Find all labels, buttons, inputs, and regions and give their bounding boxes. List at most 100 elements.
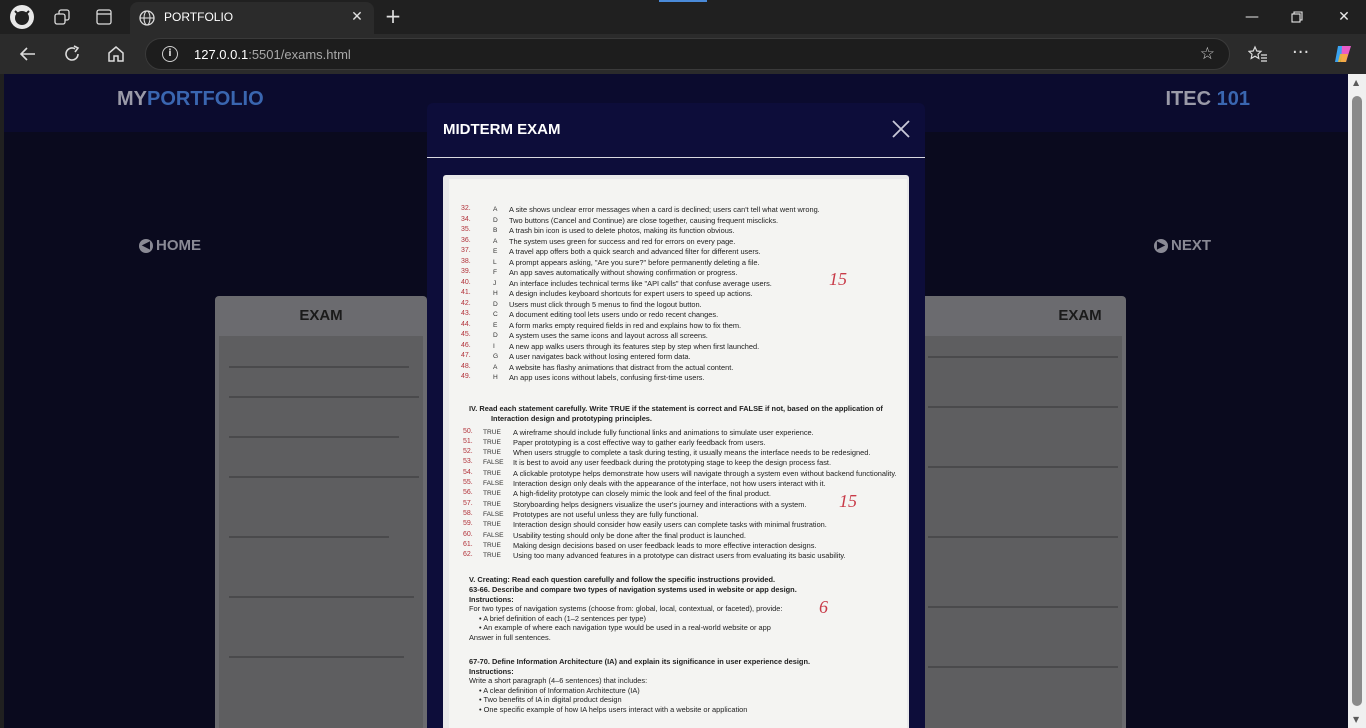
item-answer: I [493, 342, 495, 350]
next-label: NEXT [1171, 237, 1212, 254]
item-answer: FALSE [483, 480, 504, 487]
profile-avatar-icon[interactable] [10, 5, 34, 29]
item-text: Two buttons (Cancel and Continue) are cl… [509, 215, 779, 225]
exam-card-right[interactable]: EXAM [914, 296, 1126, 728]
thumbnail-line [229, 366, 409, 368]
item-answer: L [493, 258, 497, 266]
section-line: 63-66. Describe and compare two types of… [469, 585, 797, 594]
thumbnail-line [928, 536, 1118, 538]
item-number: 37. [461, 247, 471, 254]
close-modal-icon[interactable] [891, 119, 911, 139]
workspaces-icon[interactable] [54, 9, 70, 29]
item-answer: H [493, 290, 498, 297]
favorite-star-icon[interactable]: ☆ [1200, 44, 1215, 64]
address-field[interactable]: i 127.0.0.1:5501/exams.html ☆ [145, 38, 1230, 70]
thumbnail-line [229, 396, 419, 398]
item-number: 54. [463, 468, 473, 476]
section-line: • One specific example of how IA helps u… [479, 705, 748, 714]
globe-icon [138, 9, 156, 27]
item-number: 42. [461, 299, 471, 307]
item-answer: A [493, 237, 498, 245]
item-number: 41. [461, 289, 471, 296]
restore-icon[interactable] [1285, 6, 1309, 28]
item-number: 45. [461, 331, 471, 338]
favorites-icon[interactable] [1247, 44, 1268, 68]
item-answer: TRUE [483, 552, 501, 560]
section-line: For two types of navigation systems (cho… [469, 604, 783, 614]
logo-prefix: MY [117, 88, 147, 110]
thumbnail-line [928, 606, 1118, 608]
handwritten-score: 15 [829, 269, 847, 289]
refresh-icon[interactable] [62, 44, 82, 68]
thumbnail-line [928, 666, 1118, 668]
item-number: 38. [461, 257, 471, 265]
item-answer: F [493, 269, 498, 276]
scrollbar-thumb[interactable] [1352, 96, 1362, 706]
item-number: 39. [461, 268, 471, 275]
item-answer: TRUE [483, 500, 501, 508]
site-info-icon[interactable]: i [162, 46, 178, 62]
close-window-icon[interactable]: ✕ [1332, 6, 1356, 28]
scroll-up-icon[interactable]: ▲ [1353, 78, 1359, 87]
section-line: V. Creating: Read each question carefull… [469, 575, 776, 585]
item-number: 49. [461, 373, 471, 380]
item-number: 47. [461, 352, 471, 359]
item-text: Paper prototyping is a cost effective wa… [513, 437, 766, 447]
item-answer: E [493, 248, 498, 255]
item-number: 53. [463, 458, 473, 466]
minimize-icon[interactable]: — [1240, 6, 1264, 28]
item-text: When users struggle to complete a task d… [513, 448, 871, 458]
thumbnail-line [229, 656, 404, 658]
item-number: 55. [463, 479, 473, 486]
page-scrollbar[interactable]: ▲ ▼ [1348, 74, 1366, 728]
item-text: Using too many advanced features in a pr… [513, 551, 846, 561]
more-options-icon[interactable]: ··· [1292, 42, 1309, 63]
item-text: Storyboarding helps designers visualize … [513, 499, 807, 509]
tab-portfolio[interactable]: PORTFOLIO ✕ [130, 2, 374, 34]
section-line: Instructions: [469, 594, 514, 604]
item-number: 34. [461, 215, 471, 223]
copilot-icon[interactable] [1332, 43, 1354, 69]
item-text: A website has flashy animations that dis… [509, 362, 734, 372]
next-link[interactable]: ▶ NEXT [1154, 237, 1211, 254]
card-title: EXAM [1058, 307, 1102, 324]
item-answer: D [493, 216, 498, 224]
item-answer: FALSE [483, 510, 504, 518]
item-text: The system uses green for success and re… [509, 236, 736, 246]
exam-modal: MIDTERM EXAM 32. A A site shows unclear er… [427, 103, 925, 728]
home-link[interactable]: ◀ HOME [139, 237, 201, 254]
section-line: • A brief definition of each (1–2 senten… [479, 613, 646, 623]
item-text: A travel app offers both a quick search … [509, 247, 761, 256]
back-icon[interactable] [18, 44, 38, 68]
new-tab-icon[interactable]: + [382, 6, 404, 28]
home-icon[interactable] [106, 44, 126, 68]
page-viewport: MYPORTFOLIO ITEC 101 ◀ HOME ▶ NEXT EXAM … [4, 74, 1348, 728]
scroll-down-icon[interactable]: ▼ [1353, 715, 1359, 724]
site-logo[interactable]: MYPORTFOLIO [117, 88, 264, 111]
item-text: Prototypes are not useful unless they ar… [513, 509, 699, 519]
item-text: Making design decisions based on user fe… [513, 540, 817, 550]
exam-card-left[interactable]: EXAM [215, 296, 427, 728]
thumbnail-line [229, 536, 389, 538]
thumbnail-line [928, 466, 1118, 468]
section-line: Answer in full sentences. [469, 633, 551, 642]
tab-title: PORTFOLIO [164, 10, 234, 24]
item-answer: D [493, 300, 498, 308]
item-number: 46. [461, 341, 471, 349]
thumbnail-line [229, 596, 414, 598]
item-answer: FALSE [483, 459, 504, 467]
item-text: A design includes keyboard shortcuts for… [509, 289, 753, 298]
tab-actions-icon[interactable] [96, 9, 112, 29]
item-text: A trash bin icon is used to delete photo… [509, 226, 735, 235]
exam-thumbnail [918, 336, 1122, 728]
item-text: Interaction design should consider how e… [513, 520, 827, 530]
item-number: 35. [461, 226, 471, 233]
close-tab-icon[interactable]: ✕ [348, 8, 366, 26]
item-text: A user navigates back without losing ent… [509, 352, 691, 361]
course-accent: 101 [1216, 88, 1250, 110]
item-answer: TRUE [483, 469, 501, 477]
item-number: 50. [463, 427, 473, 435]
home-label: HOME [156, 237, 201, 254]
exam-image: 32. A A site shows unclear error messages … [443, 175, 909, 728]
item-number: 57. [463, 499, 473, 507]
